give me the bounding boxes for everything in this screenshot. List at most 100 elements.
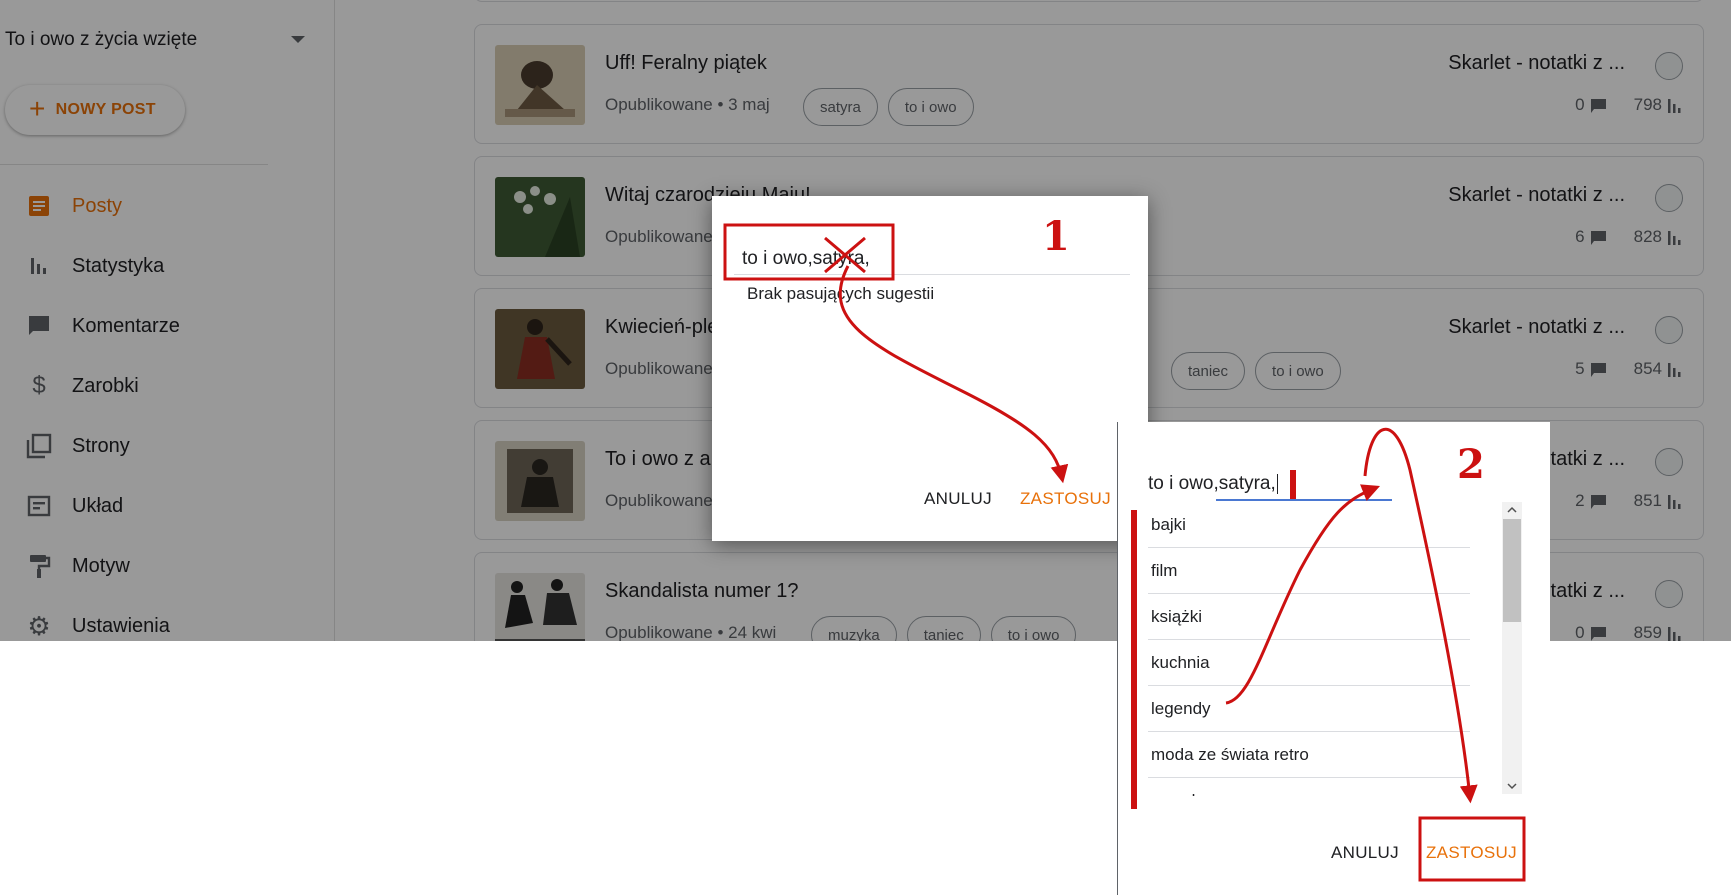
suggestion-item[interactable]: kuchnia [1148, 640, 1470, 686]
sidebar-item-label: Strony [72, 434, 130, 457]
apply-button[interactable]: ZASTOSUJ [1426, 843, 1517, 863]
post-stats: 6 828 [1575, 227, 1683, 247]
dollar-icon: $ [32, 372, 46, 399]
author-avatar [1655, 52, 1683, 80]
comment-count: 2 [1575, 491, 1585, 510]
sidebar-divider [0, 164, 268, 165]
author-avatar [1655, 316, 1683, 344]
comment-count: 0 [1575, 95, 1585, 114]
suggestion-scrollbar[interactable] [1502, 502, 1522, 794]
views-icon [1668, 494, 1683, 509]
sidebar-item-theme[interactable]: Motyw [0, 544, 335, 588]
post-title[interactable]: To i owo z a [605, 448, 711, 471]
labels-dialog-step2: to i owo,satyra, bajki film książki kuch… [1117, 422, 1550, 895]
scroll-down-arrow-icon[interactable] [1507, 781, 1517, 791]
sidebar: To i owo z życia wzięte + NOWY POST Post… [0, 0, 335, 641]
post-stats: 0 798 [1575, 95, 1683, 115]
comment-icon [26, 313, 52, 339]
post-blog-name: Skarlet - notatki z ... [1448, 184, 1625, 206]
post-blog-name: Skarlet - notatki z ... [1448, 316, 1625, 338]
gear-icon: ⚙ [27, 610, 51, 641]
comment-icon [1590, 362, 1606, 377]
step-number-1: 1 [1042, 213, 1070, 260]
post-card[interactable]: Uff! Feralny piątek Opublikowane • 3 maj… [474, 24, 1704, 144]
post-stats: 0 859 [1575, 623, 1683, 641]
comment-icon [1590, 98, 1606, 113]
text-cursor [1276, 473, 1278, 494]
views-icon [1668, 230, 1683, 245]
labels-dialog-step1: to i owo,satyra, Brak pasujących sugesti… [712, 196, 1148, 541]
stats-icon [26, 253, 52, 279]
view-count: 851 [1633, 491, 1662, 510]
sidebar-item-pages[interactable]: Strony [0, 424, 335, 468]
label-chip[interactable]: to i owo [990, 616, 1077, 641]
input-focus-underline [1216, 499, 1392, 501]
sidebar-item-stats[interactable]: Statystyka [0, 244, 335, 288]
view-count: 854 [1633, 359, 1662, 378]
label-chip[interactable]: muzyka [811, 616, 897, 641]
view-count: 828 [1633, 227, 1662, 246]
post-meta: Opublikowane • 24 kwi [605, 623, 777, 641]
post-meta: Opublikowane [605, 227, 713, 246]
suggestion-list: bajki film książki kuchnia legendy moda … [1148, 502, 1470, 796]
apply-button[interactable]: ZASTOSUJ [1020, 489, 1111, 509]
post-title[interactable]: Skandalista numer 1? [605, 580, 798, 603]
plus-icon: + [29, 92, 46, 124]
blog-selector[interactable]: To i owo z życia wzięte [5, 27, 305, 53]
views-icon [1668, 98, 1683, 113]
label-chip[interactable]: taniec [906, 616, 981, 641]
sidebar-item-label: Układ [72, 494, 124, 517]
label-chip[interactable]: taniec [1171, 352, 1246, 390]
pages-icon [26, 433, 52, 459]
label-chip[interactable]: satyra [803, 88, 878, 126]
comment-count: 0 [1575, 623, 1585, 641]
post-labels: satyra to i owo [803, 88, 974, 126]
new-post-label: NOWY POST [55, 101, 156, 118]
post-thumbnail [495, 441, 585, 521]
labels-input[interactable]: to i owo,satyra, [1148, 473, 1278, 495]
suggestion-item[interactable]: książki [1148, 594, 1470, 640]
views-icon [1668, 626, 1683, 641]
suggestion-item[interactable]: bajki [1148, 502, 1470, 548]
scrollbar-thumb[interactable] [1503, 519, 1521, 622]
post-title[interactable]: Uff! Feralny piątek [605, 52, 767, 75]
input-underline [734, 274, 1130, 275]
post-meta: Opublikowane [605, 359, 713, 378]
views-icon [1668, 362, 1683, 377]
suggestion-item[interactable]: moda ze świata retro [1148, 732, 1470, 778]
sidebar-item-label: Zarobki [72, 374, 139, 397]
post-blog-name: Skarlet - notatki z ... [1448, 52, 1625, 74]
sidebar-item-label: Ustawienia [72, 614, 170, 637]
comment-icon [1590, 626, 1606, 641]
suggestion-item[interactable]: legendy [1148, 686, 1470, 732]
comment-count: 5 [1575, 359, 1585, 378]
post-stats: 2 851 [1575, 491, 1683, 511]
no-suggestions-text: Brak pasujących sugestii [747, 284, 935, 303]
label-chip[interactable]: to i owo [1255, 352, 1341, 390]
suggestion-item[interactable]: film [1148, 548, 1470, 594]
author-avatar [1655, 448, 1683, 476]
cancel-button[interactable]: ANULUJ [1331, 843, 1399, 863]
post-labels: muzyka taniec to i owo [811, 616, 1077, 641]
blog-name: To i owo z życia wzięte [5, 29, 198, 50]
sidebar-item-layout[interactable]: Układ [0, 484, 335, 528]
new-post-button[interactable]: + NOWY POST [5, 85, 185, 135]
posts-icon [26, 193, 52, 219]
sidebar-item-comments[interactable]: Komentarze [0, 304, 335, 348]
sidebar-item-label: Komentarze [72, 314, 180, 337]
sidebar-item-posts[interactable]: Posty [0, 184, 335, 228]
sidebar-item-settings[interactable]: ⚙ Ustawienia [0, 604, 335, 641]
view-count: 859 [1633, 623, 1662, 641]
cancel-button[interactable]: ANULUJ [924, 489, 992, 509]
post-card[interactable] [474, 0, 1704, 2]
scroll-up-arrow-icon[interactable] [1507, 505, 1517, 515]
sidebar-item-earnings[interactable]: $ Zarobki [0, 364, 335, 408]
labels-input[interactable]: to i owo,satyra, [742, 248, 1082, 270]
paint-roller-icon [26, 553, 52, 579]
post-stats: 5 854 [1575, 359, 1683, 379]
layout-icon [26, 493, 52, 519]
label-chip[interactable]: to i owo [887, 88, 974, 126]
author-avatar [1655, 184, 1683, 212]
post-labels: taniec to i owo [1171, 352, 1341, 390]
suggestion-item[interactable]: muzvka [1148, 778, 1470, 797]
